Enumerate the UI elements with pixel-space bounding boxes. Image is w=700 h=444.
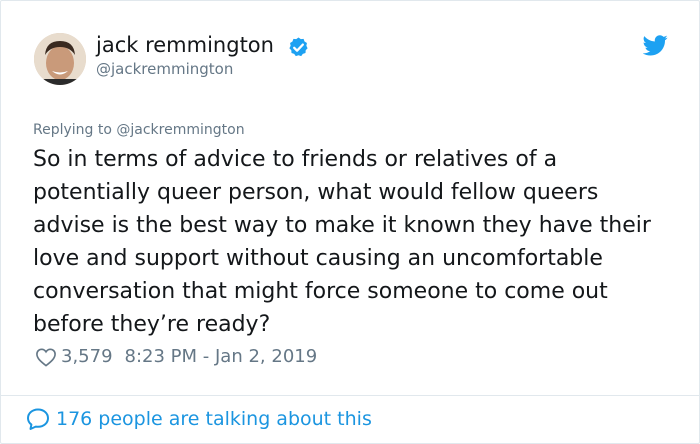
replying-to[interactable]: Replying to @jackremmington [33, 121, 245, 139]
avatar[interactable] [34, 33, 86, 85]
speech-bubble-icon [27, 408, 49, 430]
author-handle[interactable]: @jackremmington [96, 59, 233, 79]
tweet-meta: 3,579 8:23 PM - Jan 2, 2019 [35, 345, 317, 369]
tweet-timestamp[interactable]: 8:23 PM - Jan 2, 2019 [125, 345, 318, 369]
tweet-text: So in terms of advice to friends or rela… [33, 147, 651, 337]
heart-icon[interactable] [35, 347, 57, 367]
tweet-card: jack remmington @jackremmington Replying… [0, 0, 700, 444]
avatar-photo [34, 33, 86, 85]
conversation-link[interactable]: 176 people are talking about this [25, 406, 372, 432]
like-count[interactable]: 3,579 [61, 345, 113, 369]
display-name[interactable]: jack remmington [96, 32, 274, 58]
divider [1, 395, 699, 396]
twitter-bird-icon[interactable] [643, 35, 668, 56]
talking-label[interactable]: 176 people are talking about this [56, 406, 372, 432]
verified-badge-icon [289, 37, 308, 57]
